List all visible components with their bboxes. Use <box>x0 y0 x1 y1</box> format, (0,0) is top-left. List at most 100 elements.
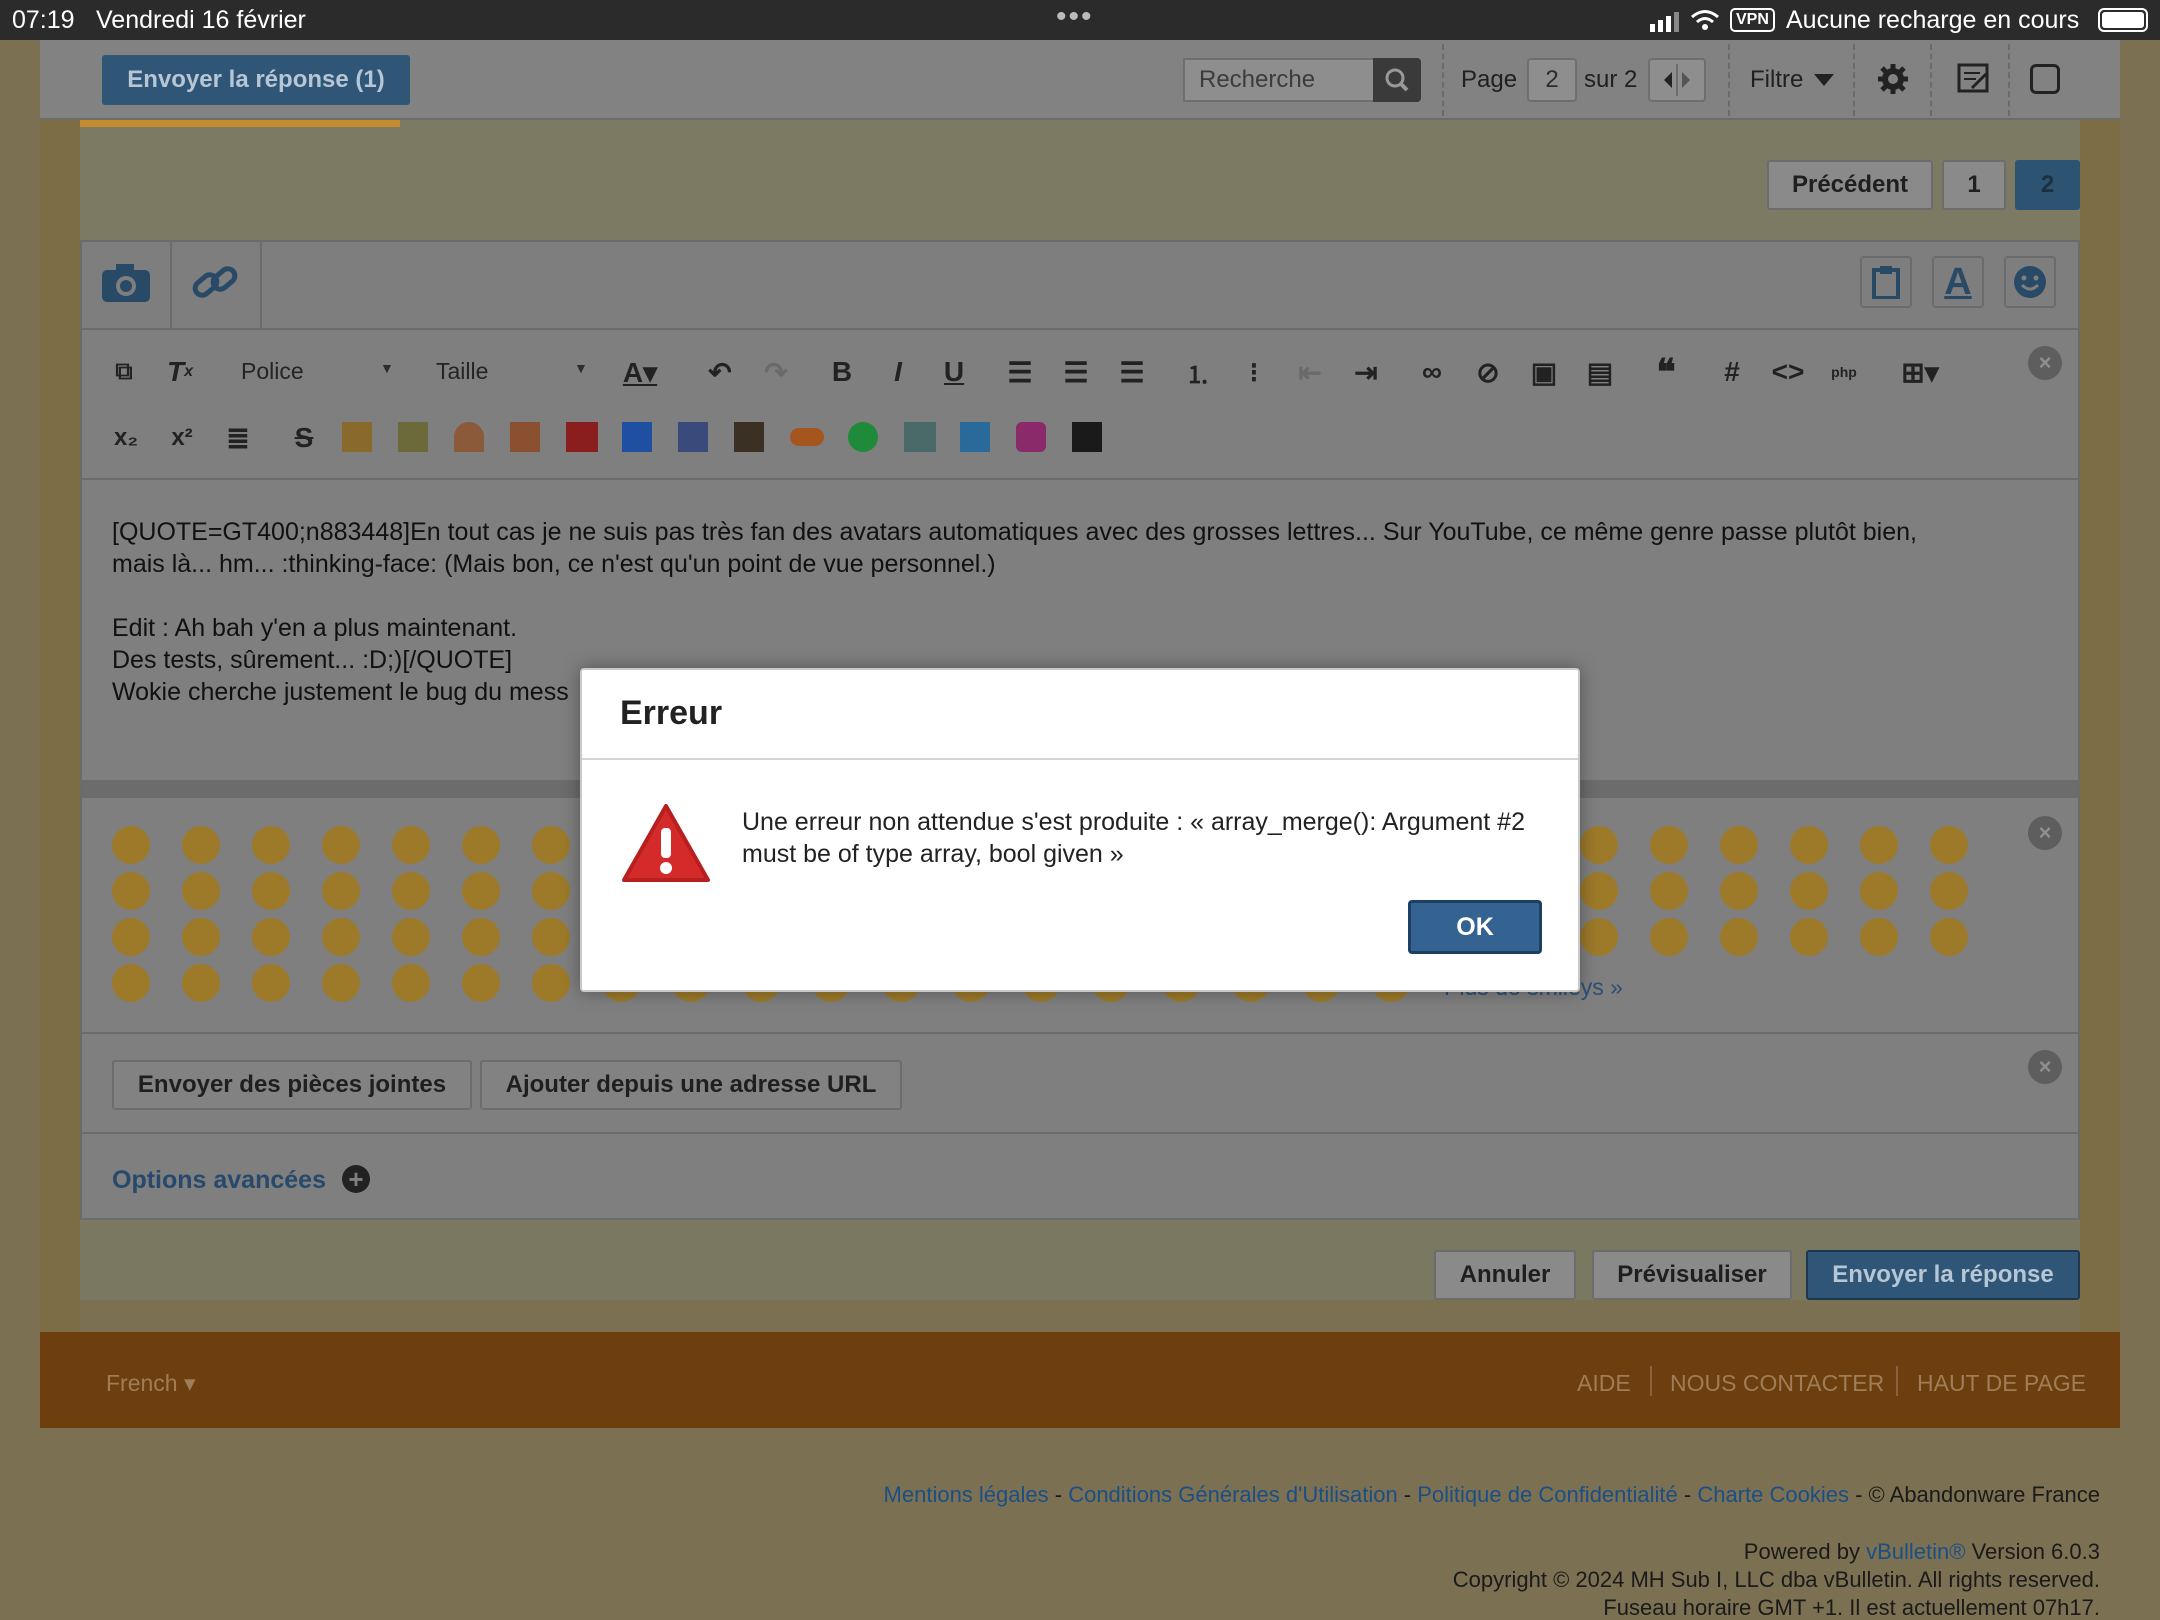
emoji-item[interactable] <box>182 964 220 1002</box>
ordered-list-icon[interactable]: ⒈ <box>1178 352 1218 392</box>
dailymotion-icon[interactable] <box>622 422 652 452</box>
add-from-url-button[interactable]: Ajouter depuis une adresse URL <box>480 1060 902 1110</box>
emoji-item[interactable] <box>1790 872 1828 910</box>
emoji-item[interactable] <box>182 826 220 864</box>
emoji-item[interactable] <box>182 872 220 910</box>
twitter-icon[interactable] <box>960 422 990 452</box>
preview-button[interactable]: Prévisualiser <box>1592 1250 1792 1300</box>
emoji-item[interactable] <box>1930 826 1968 864</box>
deezer-icon[interactable] <box>904 422 936 452</box>
emoji-item[interactable] <box>1580 918 1618 956</box>
align-left-icon[interactable]: ☰ <box>1000 352 1040 392</box>
send-reply-count-button[interactable]: Envoyer la réponse (1) <box>102 55 410 105</box>
emoji-item[interactable] <box>252 872 290 910</box>
source-mode-icon[interactable]: ⧉ <box>104 352 144 392</box>
soundcloud-icon[interactable] <box>790 428 824 446</box>
emoji-item[interactable] <box>462 872 500 910</box>
filter-button[interactable]: Filtre <box>1750 66 1803 94</box>
cookies-link[interactable]: Charte Cookies <box>1697 1482 1849 1507</box>
plus-circle-icon[interactable]: + <box>342 1165 370 1193</box>
send-reply-button[interactable]: Envoyer la réponse <box>1806 1250 2080 1300</box>
language-select[interactable]: French ▾ <box>106 1370 196 1397</box>
terms-link[interactable]: Conditions Générales d'Utilisation <box>1068 1482 1397 1507</box>
close-emoji-icon[interactable]: × <box>2028 816 2062 850</box>
emoji-item[interactable] <box>182 918 220 956</box>
emoji-item[interactable] <box>252 964 290 1002</box>
vbulletin-link[interactable]: vBulletin® <box>1866 1539 1965 1564</box>
retro-game-icon[interactable] <box>1072 422 1102 452</box>
align-center-icon[interactable]: ☰ <box>1056 352 1096 392</box>
emoji-item[interactable] <box>532 964 570 1002</box>
emoji-item[interactable] <box>1860 918 1898 956</box>
subscript-icon[interactable]: x₂ <box>106 418 146 458</box>
bold-icon[interactable]: B <box>822 352 862 392</box>
emoji-item[interactable] <box>1860 872 1898 910</box>
emoji-item[interactable] <box>1860 826 1898 864</box>
emoji-item[interactable] <box>1650 872 1688 910</box>
privacy-link[interactable]: Politique de Confidentialité <box>1417 1482 1678 1507</box>
rainbow-icon[interactable] <box>454 422 484 452</box>
indent-icon[interactable]: ⇥ <box>1346 352 1386 392</box>
emoji-item[interactable] <box>252 918 290 956</box>
insert-link-icon[interactable]: ∞ <box>1412 352 1452 392</box>
back-to-top-link[interactable]: HAUT DE PAGE <box>1917 1370 2086 1397</box>
emoji-item[interactable] <box>392 826 430 864</box>
font-select[interactable]: Police <box>241 358 304 385</box>
paste-button[interactable] <box>1860 256 1912 308</box>
amazon-icon[interactable] <box>342 422 372 452</box>
previous-page-button[interactable]: Précédent <box>1767 160 1933 210</box>
italic-icon[interactable]: I <box>878 352 918 392</box>
emoji-item[interactable] <box>112 826 150 864</box>
emoji-item[interactable] <box>1720 872 1758 910</box>
emoji-toggle-button[interactable] <box>2004 256 2056 308</box>
camera-icon[interactable] <box>100 260 152 306</box>
emoji-item[interactable] <box>1720 918 1758 956</box>
page-1-button[interactable]: 1 <box>1942 160 2006 210</box>
search-tag-icon[interactable] <box>510 422 540 452</box>
emoji-item[interactable] <box>532 918 570 956</box>
emoji-item[interactable] <box>322 964 360 1002</box>
size-select[interactable]: Taille <box>436 358 488 385</box>
emoji-item[interactable] <box>252 826 290 864</box>
emoji-item[interactable] <box>1580 872 1618 910</box>
emoji-item[interactable] <box>392 918 430 956</box>
unlink-icon[interactable]: ⊘ <box>1468 352 1508 392</box>
page-2-button[interactable]: 2 <box>2015 160 2080 210</box>
strikethrough-icon[interactable]: S <box>284 418 324 458</box>
table-icon[interactable]: ⊞▾ <box>1890 352 1950 392</box>
gear-icon[interactable] <box>1876 62 1910 96</box>
twitch-icon[interactable] <box>734 422 764 452</box>
link-icon[interactable] <box>190 260 242 306</box>
emoji-item[interactable] <box>462 826 500 864</box>
emoji-item[interactable] <box>532 826 570 864</box>
instagram-icon[interactable] <box>1016 422 1046 452</box>
emoji-item[interactable] <box>322 826 360 864</box>
emoji-item[interactable] <box>112 872 150 910</box>
close-attachments-icon[interactable]: × <box>2028 1050 2062 1084</box>
emoji-item[interactable] <box>112 918 150 956</box>
emoji-item[interactable] <box>1720 826 1758 864</box>
youtube-icon[interactable] <box>566 422 598 452</box>
ok-button[interactable]: OK <box>1408 900 1542 954</box>
justify-icon[interactable]: ≣ <box>218 418 258 458</box>
emoji-item[interactable] <box>392 872 430 910</box>
close-toolbar-icon[interactable]: × <box>2028 346 2062 380</box>
outdent-icon[interactable]: ⇤ <box>1290 352 1330 392</box>
emoji-item[interactable] <box>1580 826 1618 864</box>
remove-format-icon[interactable]: Tx <box>160 352 200 392</box>
search-button[interactable] <box>1373 58 1421 102</box>
upload-attachments-button[interactable]: Envoyer des pièces jointes <box>112 1060 472 1110</box>
emoji-item[interactable] <box>462 964 500 1002</box>
emoji-item[interactable] <box>1650 826 1688 864</box>
underline-icon[interactable]: U <box>934 352 974 392</box>
emoji-item[interactable] <box>112 964 150 1002</box>
bullet-list-icon[interactable]: ⁝ <box>1234 352 1274 392</box>
emoji-item[interactable] <box>392 964 430 1002</box>
emoji-item[interactable] <box>1930 872 1968 910</box>
contact-link[interactable]: NOUS CONTACTER <box>1670 1370 1884 1397</box>
emoji-item[interactable] <box>322 872 360 910</box>
emoji-item[interactable] <box>1650 918 1688 956</box>
legal-mentions-link[interactable]: Mentions légales <box>884 1482 1049 1507</box>
select-checkbox[interactable] <box>2030 64 2060 94</box>
insert-video-icon[interactable]: ▤ <box>1580 352 1620 392</box>
